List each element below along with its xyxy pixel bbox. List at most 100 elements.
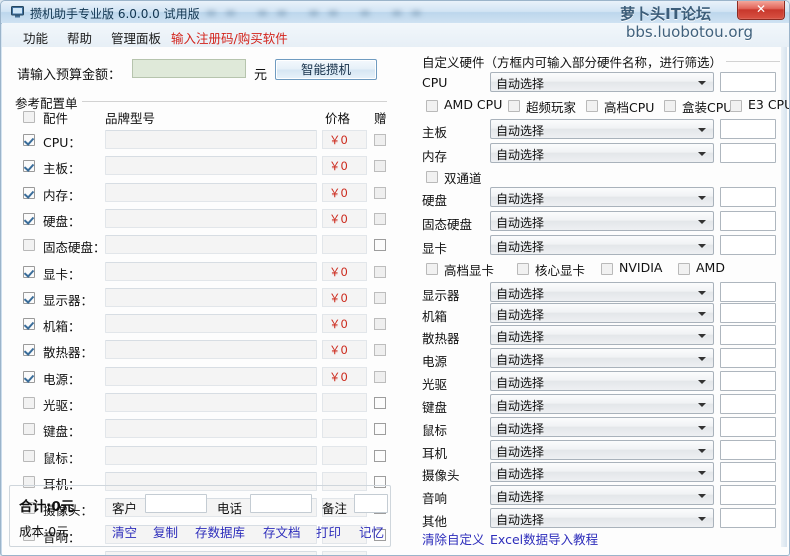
close-button[interactable]: ✕	[737, 1, 785, 20]
hardware-filter-input[interactable]	[720, 417, 776, 437]
part-enable-checkbox[interactable]	[23, 134, 35, 146]
price-field[interactable]	[322, 235, 367, 254]
menu-item-features[interactable]: 功能	[20, 27, 51, 48]
price-field[interactable]: ￥0	[322, 209, 367, 228]
clear-custom-button[interactable]: 清除自定义	[422, 529, 485, 548]
part-enable-checkbox[interactable]	[23, 450, 35, 462]
gift-checkbox[interactable]	[374, 160, 386, 172]
menu-item-register-purchase[interactable]: 输入注册码/购买软件	[168, 27, 291, 48]
hardware-filter-input[interactable]	[720, 348, 776, 368]
hardware-select[interactable]: 自动选择	[490, 462, 714, 482]
hardware-filter-input[interactable]	[720, 235, 776, 255]
hardware-filter-input[interactable]	[720, 394, 776, 414]
model-input[interactable]	[105, 551, 317, 555]
hardware-select[interactable]: 自动选择	[490, 371, 714, 391]
hardware-select[interactable]: 自动选择	[490, 282, 714, 302]
part-enable-checkbox[interactable]	[23, 423, 35, 435]
hardware-select[interactable]: 自动选择	[490, 72, 714, 92]
price-field[interactable]: ￥0	[322, 130, 367, 149]
cpu-filter-checkbox[interactable]	[426, 100, 438, 112]
print-button[interactable]: 打印	[316, 522, 341, 541]
gift-checkbox[interactable]	[374, 266, 386, 278]
hardware-filter-input[interactable]	[720, 303, 776, 323]
hardware-filter-input[interactable]	[720, 187, 776, 207]
model-input[interactable]	[105, 446, 317, 465]
hardware-select[interactable]: 自动选择	[490, 440, 714, 460]
part-enable-checkbox[interactable]	[23, 239, 35, 251]
remark-input[interactable]	[354, 494, 388, 513]
model-input[interactable]	[105, 235, 317, 254]
hardware-select[interactable]: 自动选择	[490, 303, 714, 323]
hardware-filter-input[interactable]	[720, 119, 776, 139]
part-enable-checkbox[interactable]	[23, 213, 35, 225]
price-field[interactable]: ￥0	[322, 314, 367, 333]
save-db-button[interactable]: 存数据库	[195, 522, 245, 541]
gift-checkbox[interactable]	[374, 239, 386, 251]
hardware-select[interactable]: 自动选择	[490, 211, 714, 231]
price-field[interactable]	[322, 419, 367, 438]
model-input[interactable]	[105, 314, 317, 333]
model-input[interactable]	[105, 209, 317, 228]
part-enable-checkbox[interactable]	[23, 397, 35, 409]
model-input[interactable]	[105, 340, 317, 359]
hardware-select[interactable]: 自动选择	[490, 119, 714, 139]
hardware-select[interactable]: 自动选择	[490, 394, 714, 414]
gift-checkbox[interactable]	[374, 213, 386, 225]
gift-checkbox[interactable]	[374, 187, 386, 199]
model-input[interactable]	[105, 183, 317, 202]
hardware-filter-input[interactable]	[720, 462, 776, 482]
customer-input[interactable]	[145, 494, 207, 513]
clear-button[interactable]: 清空	[112, 522, 137, 541]
hardware-filter-input[interactable]	[720, 72, 776, 92]
gift-checkbox[interactable]	[374, 371, 386, 383]
hardware-filter-input[interactable]	[720, 508, 776, 528]
model-input[interactable]	[105, 367, 317, 386]
phone-input[interactable]	[250, 494, 312, 513]
part-enable-checkbox[interactable]	[23, 160, 35, 172]
hardware-filter-input[interactable]	[720, 440, 776, 460]
hardware-filter-input[interactable]	[720, 485, 776, 505]
part-enable-checkbox[interactable]	[23, 344, 35, 356]
model-input[interactable]	[105, 419, 317, 438]
menu-item-help[interactable]: 帮助	[64, 27, 95, 48]
memory-button[interactable]: 记忆	[359, 522, 384, 541]
part-enable-checkbox[interactable]	[23, 371, 35, 383]
price-field[interactable]	[322, 393, 367, 412]
hardware-filter-input[interactable]	[720, 211, 776, 231]
copy-button[interactable]: 复制	[153, 522, 178, 541]
part-enable-checkbox[interactable]	[23, 318, 35, 330]
budget-input[interactable]	[132, 59, 246, 78]
menu-item-admin-panel[interactable]: 管理面板	[108, 27, 164, 48]
gift-checkbox[interactable]	[374, 134, 386, 146]
select-all-checkbox[interactable]	[23, 111, 35, 123]
hardware-select[interactable]: 自动选择	[490, 508, 714, 528]
hardware-filter-input[interactable]	[720, 282, 776, 302]
model-input[interactable]	[105, 288, 317, 307]
save-doc-button[interactable]: 存文档	[263, 522, 301, 541]
hardware-select[interactable]: 自动选择	[490, 187, 714, 207]
gift-checkbox[interactable]	[374, 397, 386, 409]
model-input[interactable]	[105, 393, 317, 412]
cpu-filter-checkbox[interactable]	[730, 100, 742, 112]
smart-build-button[interactable]: 智能攒机	[275, 59, 377, 80]
price-field[interactable]	[322, 446, 367, 465]
hardware-select[interactable]: 自动选择	[490, 417, 714, 437]
hardware-select[interactable]: 自动选择	[490, 348, 714, 368]
model-input[interactable]	[105, 156, 317, 175]
hardware-filter-input[interactable]	[720, 325, 776, 345]
part-enable-checkbox[interactable]	[23, 187, 35, 199]
model-input[interactable]	[105, 130, 317, 149]
hardware-select[interactable]: 自动选择	[490, 485, 714, 505]
excel-import-tutorial-link[interactable]: Excel数据导入教程	[490, 529, 598, 548]
gift-checkbox[interactable]	[374, 292, 386, 304]
part-enable-checkbox[interactable]	[23, 266, 35, 278]
hardware-select[interactable]: 自动选择	[490, 235, 714, 255]
price-field[interactable]: ￥0	[322, 156, 367, 175]
price-field[interactable]	[322, 551, 367, 555]
price-field[interactable]: ￥0	[322, 288, 367, 307]
hardware-filter-input[interactable]	[720, 371, 776, 391]
hardware-filter-input[interactable]	[720, 143, 776, 163]
gpu-filter-checkbox[interactable]	[517, 263, 529, 275]
gpu-filter-checkbox[interactable]	[678, 263, 690, 275]
price-field[interactable]: ￥0	[322, 183, 367, 202]
